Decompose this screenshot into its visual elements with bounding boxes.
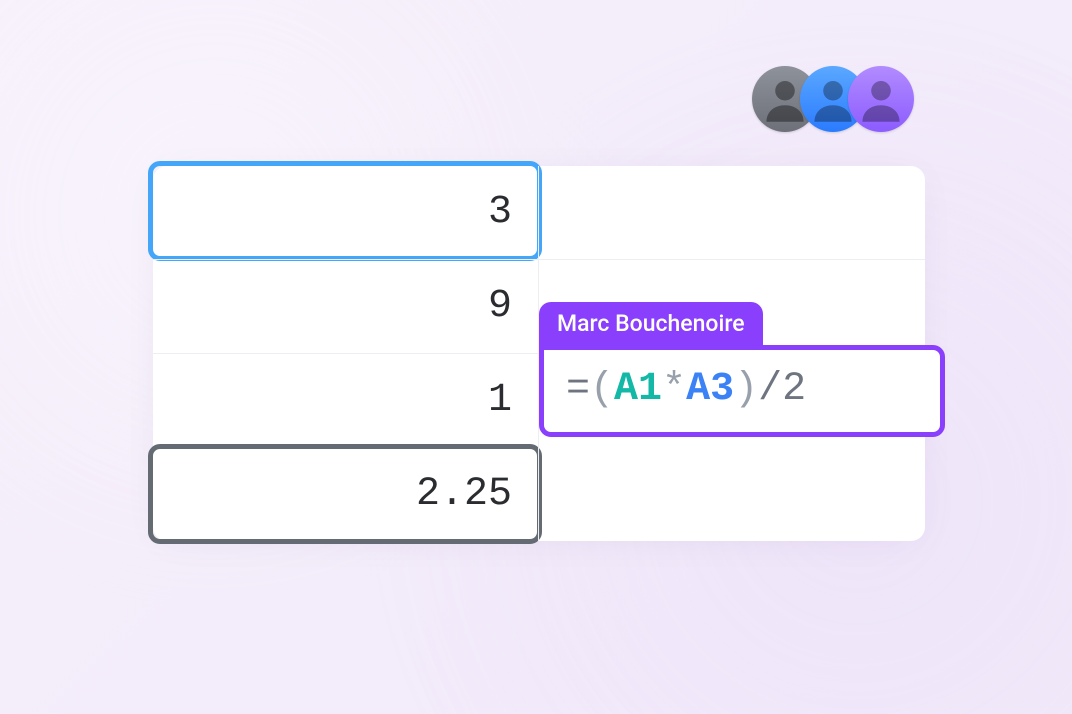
cell-b1[interactable] xyxy=(539,166,925,260)
presence-stack xyxy=(752,66,914,132)
formula-equals: = xyxy=(566,367,590,412)
cell-b4[interactable] xyxy=(539,447,925,541)
collaborator-name-badge: Marc Bouchenoire xyxy=(539,302,763,346)
cell-a1[interactable]: 3 xyxy=(153,166,539,260)
cell-a2[interactable]: 9 xyxy=(153,260,539,354)
cell-value: 9 xyxy=(488,260,512,353)
avatar-user-3[interactable] xyxy=(848,66,914,132)
cell-value: 2.25 xyxy=(416,447,512,541)
formula-rparen: ) xyxy=(734,367,758,412)
cell-value: 3 xyxy=(488,166,512,259)
formula-ref-a3: A3 xyxy=(686,367,734,412)
collaborator-cursor: Marc Bouchenoire =(A1*A3)/2 xyxy=(539,302,945,437)
cell-a3[interactable]: 1 xyxy=(153,354,539,448)
person-icon xyxy=(848,66,914,132)
formula-number: 2 xyxy=(782,367,806,412)
formula-lparen: ( xyxy=(590,367,614,412)
formula-mul-op: * xyxy=(662,367,686,412)
cell-a4[interactable]: 2.25 xyxy=(153,447,539,541)
cell-value: 1 xyxy=(488,354,512,448)
formula-editor[interactable]: =(A1*A3)/2 xyxy=(539,345,945,437)
formula-ref-a1: A1 xyxy=(614,367,662,412)
formula-div-op: / xyxy=(758,367,782,412)
